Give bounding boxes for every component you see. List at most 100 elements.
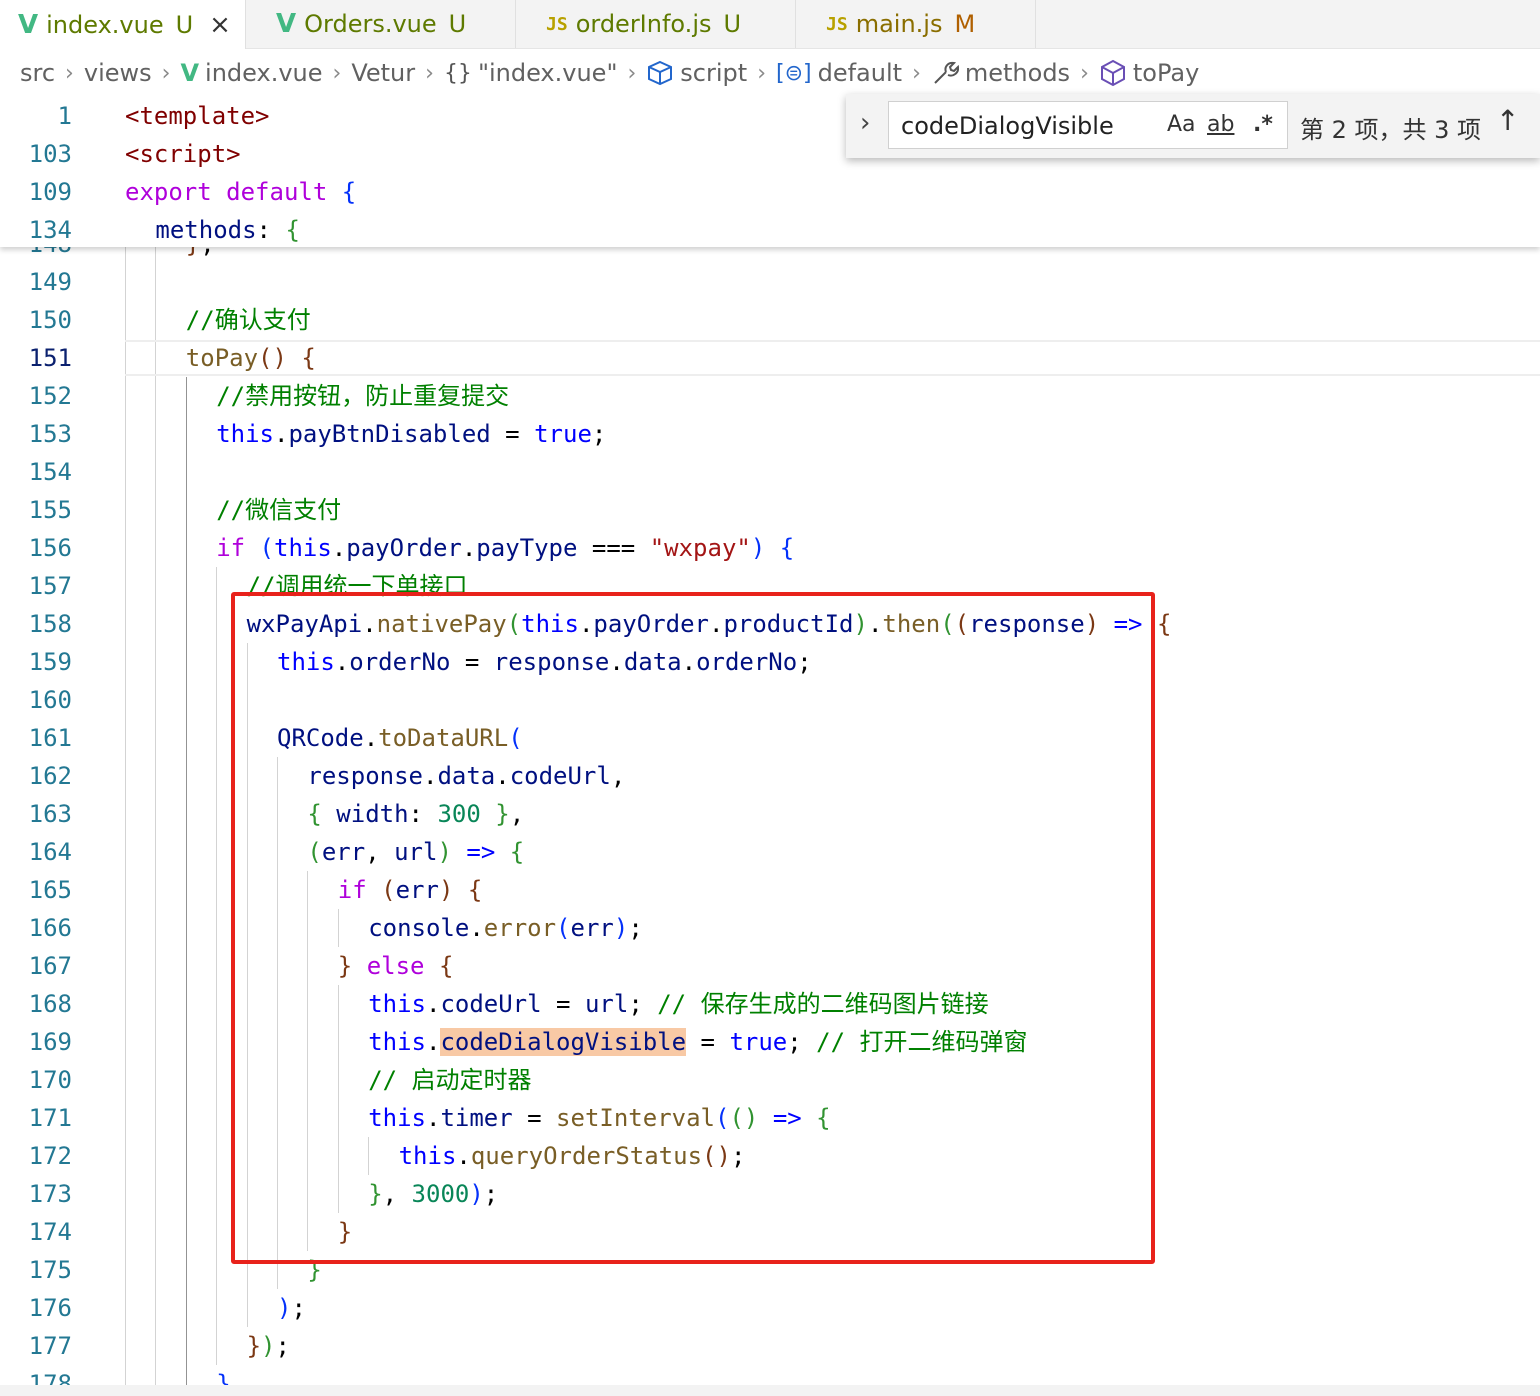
chevron-right-icon: ›: [627, 60, 637, 86]
code-line: (err, url) => {: [307, 833, 524, 871]
line-number: 134: [28, 216, 72, 244]
code-token: .: [362, 610, 377, 638]
line-number: 154: [28, 458, 72, 486]
horizontal-scrollbar[interactable]: [0, 1385, 1540, 1396]
breadcrumb-item[interactable]: script: [646, 59, 747, 87]
code-token: (: [381, 876, 396, 904]
indent-guide: [216, 567, 218, 1365]
line-number: 150: [28, 306, 72, 334]
line-number: 103: [28, 140, 72, 168]
code-token: .: [495, 762, 510, 790]
find-result-count: 第 2 项，共 3 项: [1300, 116, 1482, 144]
code-token: (: [506, 610, 522, 638]
code-line: this.payBtnDisabled = true;: [216, 415, 606, 453]
tab-main-js[interactable]: JS main.js M: [796, 0, 1036, 48]
code-token: =: [512, 1104, 557, 1132]
toggle-replace-chevron-icon[interactable]: ›: [860, 108, 870, 138]
find-input[interactable]: codeDialogVisible Aa ab .*: [888, 101, 1288, 149]
tab-label: orderInfo.js: [575, 10, 712, 38]
code-token: err: [570, 914, 614, 942]
code-token: //微信支付: [216, 496, 342, 524]
code-line: this.codeDialogVisible = true; // 打开二维码弹…: [368, 1023, 1028, 1061]
breadcrumb-item[interactable]: views: [84, 59, 152, 87]
code-line: });: [247, 1327, 290, 1365]
code-token: ;: [787, 1028, 817, 1056]
line-number: 168: [28, 990, 72, 1018]
code-token: orderNo: [696, 648, 798, 676]
code-token: this: [277, 648, 335, 676]
breadcrumb-item[interactable]: toPay: [1099, 59, 1199, 87]
code-token: .: [425, 990, 441, 1018]
editor-tab-bar: V index.vue U × V Orders.vue U JS orderI…: [0, 0, 1540, 49]
code-token: ): [853, 610, 868, 638]
code-token: response: [493, 648, 610, 676]
code-token: {: [341, 178, 357, 206]
code-token: (: [940, 610, 955, 638]
code-line: this.orderNo = response.data.orderNo;: [277, 643, 812, 681]
code-token: data: [623, 648, 682, 676]
code-token: (: [307, 838, 322, 866]
code-token: .: [334, 648, 350, 676]
vue-icon: V: [18, 9, 39, 40]
code-editor[interactable]: 148},149150//确认支付151toPay() {152//禁用按钮，防…: [0, 97, 1540, 1396]
code-line: if (this.payOrder.payType === "wxpay") {: [216, 529, 794, 567]
code-token: ;: [275, 1332, 290, 1360]
code-token: if: [216, 534, 246, 562]
line-number: 170: [28, 1066, 72, 1094]
variable-icon: [⊜]: [776, 60, 812, 86]
tab-status: U: [448, 10, 467, 38]
code-token: else: [366, 952, 425, 980]
tab-orderinfo-js[interactable]: JS orderInfo.js U: [516, 0, 796, 48]
code-token: (: [715, 1104, 730, 1132]
code-token: 3000: [411, 1180, 470, 1208]
line-number: 153: [28, 420, 72, 448]
breadcrumb-item[interactable]: [⊜] default: [776, 59, 902, 87]
close-icon[interactable]: ×: [209, 10, 231, 40]
code-token: payOrder: [346, 534, 462, 562]
code-token: (): [258, 344, 287, 372]
breadcrumb-item[interactable]: Vindex.vue: [180, 59, 322, 87]
line-number: 162: [28, 762, 72, 790]
regex-toggle[interactable]: .*: [1253, 112, 1273, 137]
line-number: 109: [28, 178, 72, 206]
code-token: =: [450, 648, 494, 676]
breadcrumb-item[interactable]: src: [20, 59, 55, 87]
line-number: 151: [28, 344, 72, 372]
tab-label: main.js: [855, 10, 943, 38]
tab-orders-vue[interactable]: V Orders.vue U: [246, 0, 516, 48]
code-token: =: [686, 1028, 730, 1056]
vue-icon: V: [276, 9, 297, 39]
code-token: :: [256, 216, 286, 244]
breadcrumb-item[interactable]: {} "index.vue": [444, 59, 618, 87]
code-token: {: [438, 952, 454, 980]
breadcrumb-item[interactable]: methods: [931, 59, 1070, 87]
code-line: this.queryOrderStatus();: [399, 1137, 746, 1175]
indent-guide: [246, 643, 248, 1327]
vue-icon: V: [180, 59, 200, 87]
line-number: 164: [28, 838, 72, 866]
line-number: 171: [28, 1104, 72, 1132]
breadcrumb-item[interactable]: Vetur: [351, 59, 415, 87]
code-token: 300: [437, 800, 481, 828]
chevron-right-icon: ›: [425, 60, 434, 86]
code-token: ,: [509, 800, 525, 828]
code-token: ): [613, 914, 629, 942]
line-number: 161: [28, 724, 72, 752]
match-case-toggle[interactable]: Aa: [1167, 112, 1196, 137]
code-token: .: [363, 724, 379, 752]
code-token: //确认支付: [185, 306, 311, 334]
tab-status: U: [175, 10, 194, 39]
code-token: wxPayApi: [246, 610, 363, 638]
code-token: {: [509, 838, 525, 866]
tab-index-vue[interactable]: V index.vue U ×: [0, 0, 246, 49]
code-token: ;: [730, 1142, 746, 1170]
whole-word-toggle[interactable]: ab: [1207, 112, 1234, 137]
code-token: ): [277, 1294, 292, 1322]
code-token: =: [541, 990, 585, 1018]
tab-label: index.vue: [46, 10, 164, 39]
arrow-up-icon[interactable]: ↑: [1496, 104, 1519, 137]
